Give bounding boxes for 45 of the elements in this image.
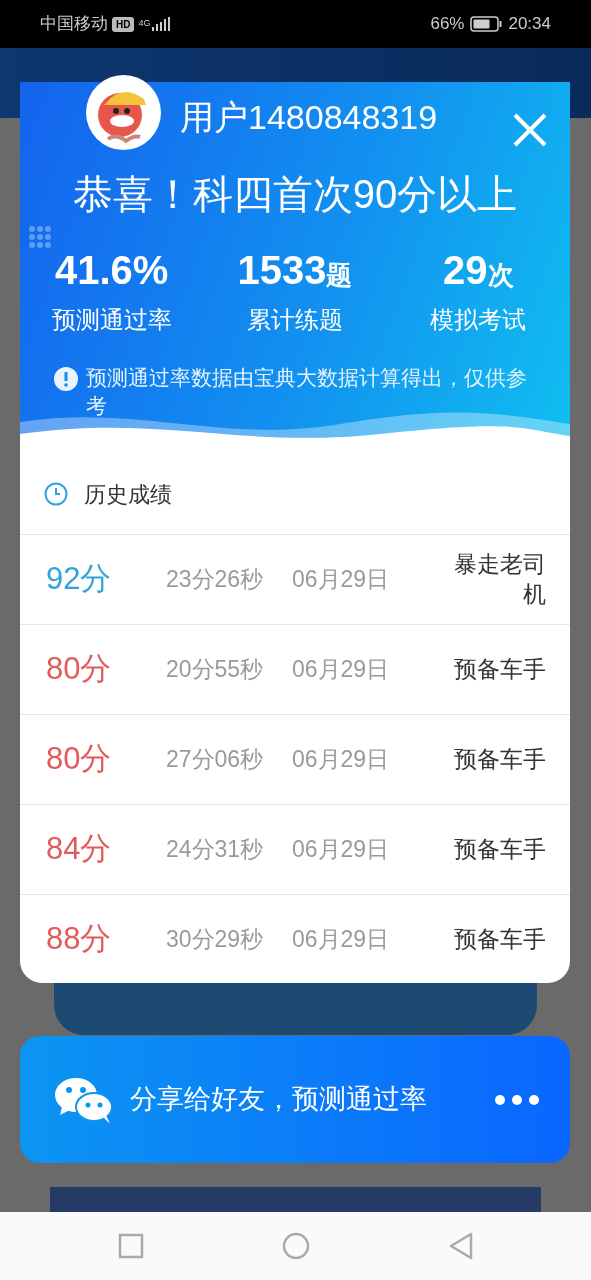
dot-grid-icon bbox=[28, 225, 52, 249]
rank-title: 暴走老司机 bbox=[453, 549, 546, 609]
score: 92分 bbox=[46, 560, 113, 599]
exam-date: 06月29日 bbox=[292, 835, 391, 865]
exam-date: 06月29日 bbox=[292, 925, 391, 955]
score: 88分 bbox=[46, 920, 113, 959]
exam-duration: 24分31秒 bbox=[166, 835, 265, 865]
exam-date: 06月29日 bbox=[292, 565, 391, 595]
exam-date: 06月29日 bbox=[292, 745, 391, 775]
stat-value: 29次 bbox=[442, 248, 515, 292]
battery-icon bbox=[470, 16, 503, 32]
history-title: 历史成绩 bbox=[84, 480, 172, 509]
rank-title: 预备车手 bbox=[453, 834, 546, 864]
home-icon[interactable] bbox=[281, 1232, 310, 1260]
share-text: 分享给好友，预测通过率 bbox=[130, 1083, 428, 1117]
username: 用户1480848319 bbox=[180, 97, 438, 138]
clock-time: 20:34 bbox=[508, 13, 551, 36]
score: 84分 bbox=[46, 830, 113, 869]
hd-badge: HD bbox=[112, 16, 135, 32]
disclaimer-text: 预测通过率数据由宝典大数据计算得出，仅供参考 bbox=[86, 365, 528, 420]
score: 80分 bbox=[46, 740, 113, 779]
stat-value: 1533题 bbox=[236, 248, 354, 292]
exam-duration: 23分26秒 bbox=[166, 565, 265, 595]
rank-title: 预备车手 bbox=[453, 924, 546, 954]
stat-label: 预测通过率 bbox=[50, 305, 173, 335]
exam-duration: 20分55秒 bbox=[166, 655, 265, 685]
stat-label: 累计练题 bbox=[246, 305, 344, 335]
signal-icon bbox=[152, 17, 171, 31]
score: 80分 bbox=[46, 650, 113, 689]
exam-date: 06月29日 bbox=[292, 655, 391, 685]
rank-title: 预备车手 bbox=[453, 744, 546, 774]
recent-apps-icon[interactable] bbox=[116, 1232, 145, 1260]
info-icon bbox=[54, 364, 78, 391]
stat-value: 41.6% bbox=[53, 248, 170, 292]
stat-label: 模拟考试 bbox=[429, 305, 528, 335]
carrier-name: 中国移动 bbox=[40, 13, 108, 36]
exam-duration: 30分29秒 bbox=[166, 925, 265, 955]
rank-title: 预备车手 bbox=[453, 654, 546, 684]
share-bar[interactable]: 分享给好友，预测通过率 bbox=[20, 1036, 570, 1163]
headline: 恭喜！科四首次90分以上 bbox=[71, 171, 519, 218]
clock-icon bbox=[44, 482, 68, 506]
more-icon[interactable] bbox=[494, 1093, 540, 1106]
exam-duration: 27分06秒 bbox=[166, 745, 265, 775]
network-type: 4G bbox=[138, 17, 151, 31]
battery-percent: 66% bbox=[430, 13, 465, 36]
